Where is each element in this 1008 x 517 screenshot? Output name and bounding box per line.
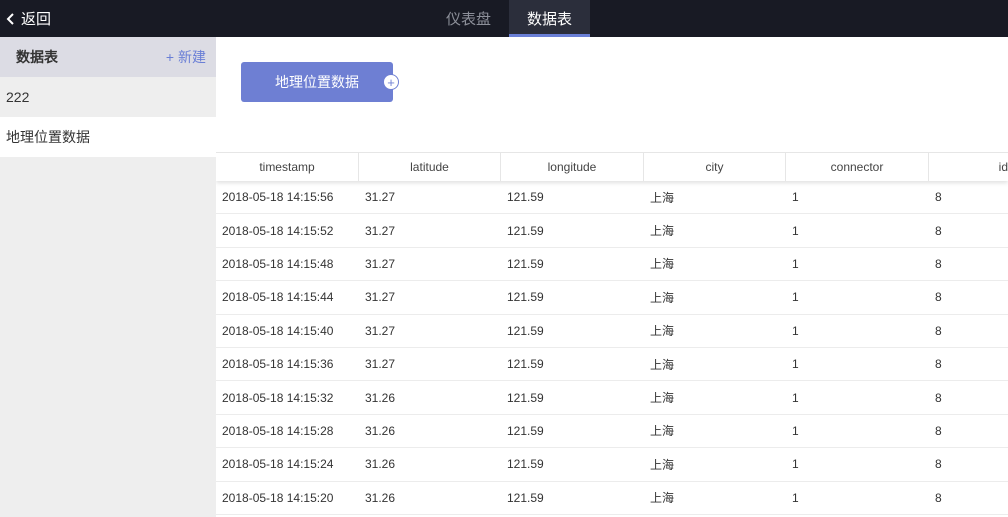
table-cell: 121.59 bbox=[507, 423, 544, 438]
tab-dashboard[interactable]: 仪表盘 bbox=[428, 0, 509, 37]
table-cell: 2018-05-18 14:15:52 bbox=[222, 223, 334, 238]
sidebar-header: 数据表 + 新建 bbox=[0, 37, 216, 77]
chevron-left-icon bbox=[6, 12, 14, 25]
table-cell: 8 bbox=[935, 423, 942, 438]
table-cell: 2018-05-18 14:15:56 bbox=[222, 190, 334, 205]
table-cell: 1 bbox=[792, 190, 799, 205]
table-cell: 8 bbox=[935, 190, 942, 205]
table-cell: 1 bbox=[792, 290, 799, 305]
table-cell: 8 bbox=[935, 490, 942, 505]
table-cell: 2018-05-18 14:15:48 bbox=[222, 256, 334, 271]
table-cell: 1 bbox=[792, 390, 799, 405]
sidebar: 数据表 + 新建 222 地理位置数据 bbox=[0, 37, 216, 517]
table-cell: 31.27 bbox=[365, 256, 396, 271]
table-cell: 31.26 bbox=[365, 390, 396, 405]
table-row[interactable]: 2018-05-18 14:15:36 31.27 121.59 上海 1 8 bbox=[216, 348, 1008, 382]
column-header-longitude[interactable]: longitude bbox=[501, 153, 644, 181]
table-body: 2018-05-18 14:15:56 31.27 121.59 上海 1 8 2018-0… bbox=[216, 181, 1008, 515]
table-cell: 121.59 bbox=[507, 490, 544, 505]
table-cell: 121.59 bbox=[507, 323, 544, 338]
table-cell: 121.59 bbox=[507, 290, 544, 305]
tab-datatable[interactable]: 数据表 bbox=[509, 0, 590, 37]
table-cell: 2018-05-18 14:15:28 bbox=[222, 423, 334, 438]
table-cell: 上海 bbox=[650, 224, 675, 239]
table-cell: 8 bbox=[935, 357, 942, 372]
column-header-id[interactable]: id bbox=[929, 153, 1008, 181]
table-cell: 121.59 bbox=[507, 256, 544, 271]
table-cell: 2018-05-18 14:15:44 bbox=[222, 290, 334, 305]
sidebar-item-geo-data[interactable]: 地理位置数据 bbox=[0, 117, 216, 157]
data-table: timestamp latitude longitude city connec… bbox=[216, 152, 1008, 517]
table-cell: 1 bbox=[792, 457, 799, 472]
table-cell: 8 bbox=[935, 390, 942, 405]
table-cell: 2018-05-18 14:15:24 bbox=[222, 457, 334, 472]
table-row[interactable]: 2018-05-18 14:15:20 31.26 121.59 上海 1 8 bbox=[216, 482, 1008, 515]
back-label: 返回 bbox=[21, 11, 52, 28]
table-cell: 上海 bbox=[650, 190, 675, 205]
table-row[interactable]: 2018-05-18 14:15:32 31.26 121.59 上海 1 8 bbox=[216, 381, 1008, 415]
top-bar: 返回 仪表盘 数据表 bbox=[0, 0, 1008, 37]
table-cell: 1 bbox=[792, 256, 799, 271]
table-cell: 上海 bbox=[650, 290, 675, 305]
back-button[interactable]: 返回 bbox=[4, 0, 51, 37]
table-cell: 1 bbox=[792, 223, 799, 238]
table-header: timestamp latitude longitude city connec… bbox=[216, 153, 1008, 181]
table-cell: 121.59 bbox=[507, 457, 544, 472]
table-cell: 8 bbox=[935, 323, 942, 338]
table-row[interactable]: 2018-05-18 14:15:56 31.27 121.59 上海 1 8 bbox=[216, 181, 1008, 215]
table-cell: 1 bbox=[792, 323, 799, 338]
column-header-latitude[interactable]: latitude bbox=[359, 153, 501, 181]
table-cell: 8 bbox=[935, 256, 942, 271]
table-cell: 31.27 bbox=[365, 290, 396, 305]
table-cell: 8 bbox=[935, 457, 942, 472]
table-cell: 1 bbox=[792, 490, 799, 505]
add-circle-icon[interactable]: + bbox=[383, 74, 399, 90]
table-cell: 121.59 bbox=[507, 357, 544, 372]
sidebar-item-222[interactable]: 222 bbox=[0, 77, 216, 117]
table-cell: 2018-05-18 14:15:20 bbox=[222, 490, 334, 505]
table-cell: 121.59 bbox=[507, 190, 544, 205]
table-cell: 上海 bbox=[650, 491, 675, 506]
table-row[interactable]: 2018-05-18 14:15:52 31.27 121.59 上海 1 8 bbox=[216, 214, 1008, 248]
table-cell: 31.27 bbox=[365, 190, 396, 205]
table-row[interactable]: 2018-05-18 14:15:48 31.27 121.59 上海 1 8 bbox=[216, 248, 1008, 282]
table-row[interactable]: 2018-05-18 14:15:44 31.27 121.59 上海 1 8 bbox=[216, 281, 1008, 315]
table-row[interactable]: 2018-05-18 14:15:28 31.26 121.59 上海 1 8 bbox=[216, 415, 1008, 449]
table-cell: 1 bbox=[792, 357, 799, 372]
table-cell: 31.27 bbox=[365, 357, 396, 372]
table-cell: 31.27 bbox=[365, 223, 396, 238]
table-cell: 上海 bbox=[650, 391, 675, 406]
table-row[interactable]: 2018-05-18 14:15:40 31.27 121.59 上海 1 8 bbox=[216, 315, 1008, 348]
table-cell: 上海 bbox=[650, 357, 675, 372]
table-cell: 31.26 bbox=[365, 457, 396, 472]
dataset-button[interactable]: 地理位置数据 bbox=[241, 62, 393, 102]
table-cell: 2018-05-18 14:15:40 bbox=[222, 323, 334, 338]
table-cell: 8 bbox=[935, 223, 942, 238]
table-cell: 31.26 bbox=[365, 423, 396, 438]
table-cell: 121.59 bbox=[507, 223, 544, 238]
new-button[interactable]: + 新建 bbox=[166, 47, 206, 67]
table-cell: 1 bbox=[792, 423, 799, 438]
table-cell: 上海 bbox=[650, 257, 675, 272]
table-cell: 上海 bbox=[650, 424, 675, 439]
tab-bar: 仪表盘 数据表 bbox=[428, 0, 590, 37]
column-header-timestamp[interactable]: timestamp bbox=[216, 153, 359, 181]
table-cell: 上海 bbox=[650, 457, 675, 472]
table-cell: 121.59 bbox=[507, 390, 544, 405]
table-cell: 31.26 bbox=[365, 490, 396, 505]
main-panel: 地理位置数据 + timestamp latitude longitude ci… bbox=[216, 37, 1008, 517]
sidebar-title: 数据表 bbox=[16, 49, 58, 65]
table-cell: 8 bbox=[935, 290, 942, 305]
table-cell: 2018-05-18 14:15:36 bbox=[222, 357, 334, 372]
column-header-city[interactable]: city bbox=[644, 153, 786, 181]
table-cell: 上海 bbox=[650, 324, 675, 339]
table-row[interactable]: 2018-05-18 14:15:24 31.26 121.59 上海 1 8 bbox=[216, 448, 1008, 482]
column-header-connector[interactable]: connector bbox=[786, 153, 929, 181]
table-cell: 2018-05-18 14:15:32 bbox=[222, 390, 334, 405]
table-cell: 31.27 bbox=[365, 323, 396, 338]
